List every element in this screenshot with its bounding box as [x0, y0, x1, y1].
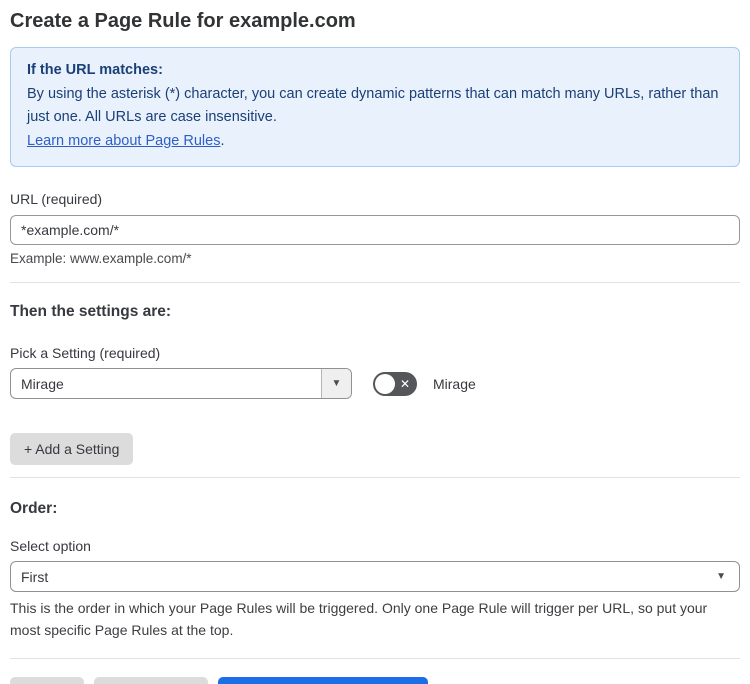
url-field-label: URL (required)	[10, 191, 103, 207]
order-select-value: First	[21, 568, 49, 585]
chevron-down-icon: ▼	[716, 570, 726, 582]
order-helper-text: This is the order in which your Page Rul…	[10, 600, 708, 638]
setting-select[interactable]: Mirage ▼	[10, 368, 352, 399]
toggle-off-x-icon: ✕	[399, 376, 410, 391]
link-suffix: .	[220, 132, 225, 149]
order-select[interactable]: First ▼	[10, 561, 740, 592]
order-section-heading: Order:	[10, 500, 58, 517]
toggle-knob	[375, 373, 395, 394]
setting-select-arrow-button[interactable]: ▼	[321, 369, 351, 398]
save-and-deploy-button[interactable]: Save and Deploy Page Rule	[218, 677, 429, 684]
order-select-label: Select option	[10, 538, 91, 554]
divider	[10, 658, 740, 659]
divider	[10, 477, 740, 478]
setting-row: Mirage ▼ ✕ Mirage	[10, 368, 740, 399]
info-box-heading: If the URL matches:	[27, 62, 163, 78]
mirage-toggle[interactable]: ✕	[373, 371, 417, 396]
page-title: Create a Page Rule for example.com	[10, 10, 356, 32]
url-match-info-box: If the URL matches: By using the asteris…	[10, 47, 740, 167]
setting-select-value: Mirage	[21, 375, 64, 392]
info-box-body: By using the asterisk (*) character, you…	[27, 85, 719, 126]
info-box-link-line: Learn more about Page Rules.	[27, 130, 723, 154]
page-rule-form: Create a Page Rule for example.com If th…	[0, 0, 750, 684]
order-select-arrow: ▼	[716, 562, 739, 591]
pick-setting-label: Pick a Setting (required)	[10, 345, 161, 361]
divider	[10, 282, 740, 283]
footer-button-row: Cancel Save as Draft Save and Deploy Pag…	[10, 677, 740, 684]
learn-more-link[interactable]: Learn more about Page Rules	[27, 133, 220, 149]
save-as-draft-button[interactable]: Save as Draft	[93, 677, 209, 684]
settings-section-heading: Then the settings are:	[10, 303, 172, 320]
chevron-down-icon: ▼	[331, 377, 342, 389]
toggle-label: Mirage	[433, 375, 476, 392]
cancel-button[interactable]: Cancel	[10, 677, 84, 684]
add-setting-button[interactable]: + Add a Setting	[10, 433, 134, 465]
url-example-helper: Example: www.example.com/*	[10, 251, 192, 266]
url-input[interactable]	[10, 215, 740, 245]
